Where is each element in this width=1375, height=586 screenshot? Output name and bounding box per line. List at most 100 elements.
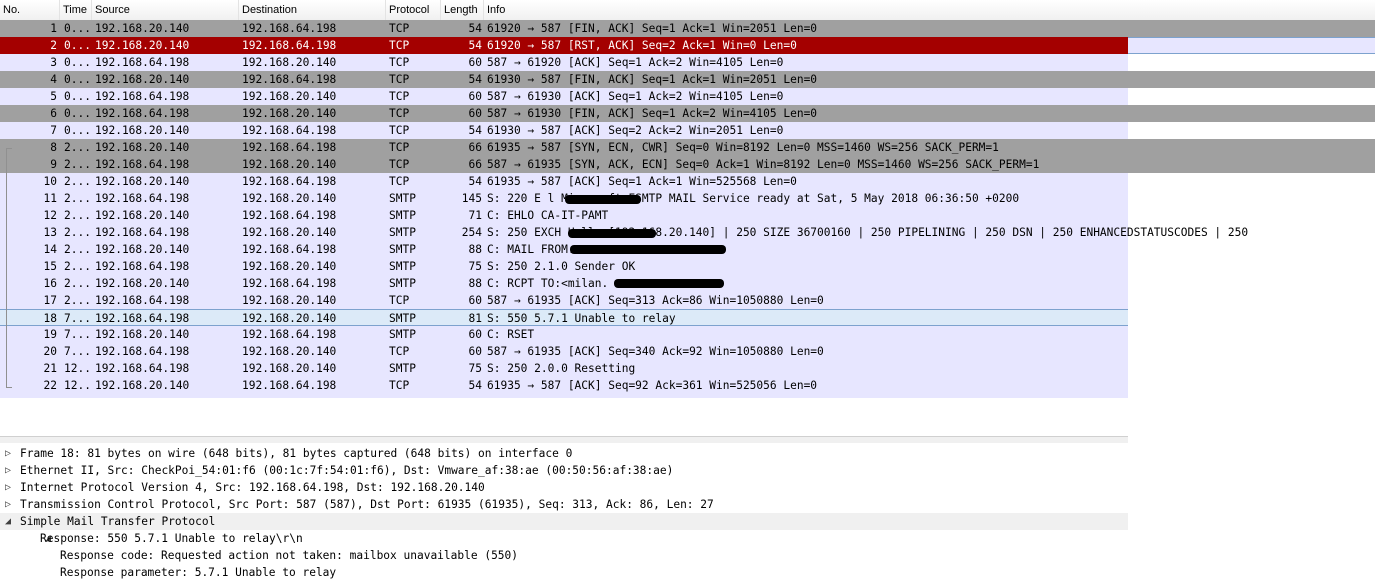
packet-info: C: RSET (487, 328, 535, 341)
detail-tree-label: Ethernet II, Src: CheckPoi_54:01:f6 (00:… (20, 464, 674, 477)
packet-row[interactable]: 20 7... 192.168.64.198 192.168.20.140 TCP 60 5… (0, 343, 1128, 360)
packet-protocol: TCP (389, 73, 410, 86)
column-header-no[interactable]: No. (0, 0, 60, 20)
packet-details-pane[interactable]: ▷ Frame 18: 81 bytes on wire (648 bits), … (0, 443, 1128, 586)
packet-time: 2... (64, 175, 90, 188)
packet-row[interactable]: 14 2... 192.168.20.140 192.168.64.198 SMTP 88… (0, 241, 1128, 258)
expanded-arrow-icon[interactable]: ◢ (5, 515, 11, 528)
packet-number: 2 (50, 39, 57, 52)
packet-number: 4 (50, 73, 57, 86)
packet-row[interactable]: 6 0... 192.168.64.198 192.168.20.140 TCP 60 58… (0, 105, 1128, 122)
column-header-protocol[interactable]: Protocol (386, 0, 441, 20)
packet-length: 54 (468, 39, 482, 52)
packet-time: 2... (64, 294, 90, 307)
packet-number: 3 (50, 56, 57, 69)
packet-row[interactable]: 10 2... 192.168.20.140 192.168.64.198 TCP 54 6… (0, 173, 1128, 190)
packet-number: 6 (50, 107, 57, 120)
packet-row[interactable]: 4 0... 192.168.20.140 192.168.64.198 TCP 54 61… (0, 71, 1128, 88)
packet-row[interactable]: 11 2... 192.168.64.198 192.168.20.140 SMTP 14… (0, 190, 1128, 207)
packet-source: 192.168.64.198 (95, 107, 190, 120)
packet-row-extension (1128, 20, 1375, 37)
packet-destination: 192.168.20.140 (242, 192, 337, 205)
packet-row[interactable]: 2 0... 192.168.20.140 192.168.64.198 TCP 54 61… (0, 37, 1128, 54)
packet-row[interactable]: 2112...192.168.64.198192.168.20.140SMTP7… (0, 360, 1128, 377)
detail-tree-label: Simple Mail Transfer Protocol (20, 515, 216, 528)
packet-destination: 192.168.20.140 (242, 107, 337, 120)
detail-tree-item[interactable]: ◢ Simple Mail Transfer Protocol (0, 513, 1128, 530)
packet-row-extension (1128, 37, 1375, 54)
packet-protocol: SMTP (389, 328, 416, 341)
packet-protocol: TCP (389, 345, 410, 358)
packet-row[interactable]: 19 7... 192.168.20.140 192.168.64.198 SMTP 60… (0, 326, 1128, 343)
packet-row[interactable]: 5 0... 192.168.64.198 192.168.20.140 TCP 60 58… (0, 88, 1128, 105)
packet-protocol: TCP (389, 107, 410, 120)
packet-protocol: SMTP (389, 362, 416, 375)
packet-row[interactable]: 18 7... 192.168.64.198 192.168.20.140 SMTP 81… (0, 309, 1128, 326)
column-header-length[interactable]: Length (441, 0, 484, 20)
packet-row[interactable]: 7 0... 192.168.20.140 192.168.64.198 TCP 54 61… (0, 122, 1128, 139)
packet-protocol: TCP (389, 175, 410, 188)
packet-source: 192.168.20.140 (95, 73, 190, 86)
packet-source: 192.168.20.140 (95, 328, 190, 341)
column-header-time[interactable]: Time (60, 0, 92, 20)
packet-row-extension (1128, 156, 1375, 173)
packet-protocol: SMTP (389, 192, 416, 205)
packet-time: 0... (64, 107, 90, 120)
packet-length: 66 (468, 141, 482, 154)
packet-list-pane[interactable]: No. Time Source Destination Protocol Len… (0, 0, 1375, 398)
packet-source: 192.168.20.140 (95, 22, 190, 35)
detail-tree-item[interactable]: ◢ Response: 550 5.7.1 Unable to relay\r\n (0, 530, 1128, 547)
packet-row-extension (1128, 105, 1375, 122)
packet-length: 54 (468, 379, 482, 392)
packet-list-tail (0, 394, 1128, 398)
detail-tree-item[interactable]: ▷ Frame 18: 81 bytes on wire (648 bits), … (0, 445, 1128, 462)
detail-tree-label: Frame 18: 81 bytes on wire (648 bits), 8… (20, 447, 573, 460)
packet-protocol: SMTP (389, 312, 416, 325)
packet-row[interactable]: 2212...192.168.20.140192.168.64.198TCP54… (0, 377, 1128, 394)
packet-length: 60 (468, 345, 482, 358)
packet-row[interactable]: 1 0... 192.168.20.140 192.168.64.198 TCP 54 61… (0, 20, 1128, 37)
conversation-bracket (6, 148, 12, 388)
column-header-info[interactable]: Info (484, 0, 1128, 20)
packet-source: 192.168.64.198 (95, 312, 190, 325)
detail-tree-item[interactable]: ▷ Ethernet II, Src: CheckPoi_54:01:f6 (00… (0, 462, 1128, 479)
packet-number: 1 (50, 22, 57, 35)
collapsed-arrow-icon[interactable]: ▷ (5, 481, 11, 494)
packet-list-header: No. Time Source Destination Protocol Len… (0, 0, 1375, 21)
packet-time: 0... (64, 124, 90, 137)
detail-tree-item[interactable]: ▷ Internet Protocol Version 4, Src: 192.1… (0, 479, 1128, 496)
packet-source: 192.168.64.198 (95, 260, 190, 273)
packet-length: 60 (468, 107, 482, 120)
collapsed-arrow-icon[interactable]: ▷ (5, 498, 11, 511)
packet-time: 2... (64, 226, 90, 239)
packet-protocol: TCP (389, 379, 410, 392)
column-header-source[interactable]: Source (92, 0, 239, 20)
packet-row[interactable]: 12 2... 192.168.20.140 192.168.64.198 SMTP 71… (0, 207, 1128, 224)
packet-destination: 192.168.20.140 (242, 312, 337, 325)
packet-protocol: TCP (389, 141, 410, 154)
detail-tree-item[interactable]: Response code: Requested action not take… (0, 547, 1128, 564)
column-header-destination[interactable]: Destination (239, 0, 386, 20)
redaction-mark (568, 229, 656, 238)
packet-destination: 192.168.20.140 (242, 345, 337, 358)
packet-row[interactable]: 16 2... 192.168.20.140 192.168.64.198 SMTP 88… (0, 275, 1128, 292)
packet-row[interactable]: 13 2... 192.168.64.198 192.168.20.140 SMTP 25… (0, 224, 1248, 241)
packet-row[interactable]: 3 0... 192.168.64.198 192.168.20.140 TCP 60 58… (0, 54, 1128, 71)
collapsed-arrow-icon[interactable]: ▷ (5, 447, 11, 460)
packet-length: 254 (461, 226, 482, 239)
packet-info: S: 250 2.1.0 Sender OK (487, 260, 636, 273)
packet-time: 2... (64, 192, 90, 205)
packet-row[interactable]: 17 2... 192.168.64.198 192.168.20.140 TCP 60 5… (0, 292, 1128, 309)
collapsed-arrow-icon[interactable]: ▷ (5, 464, 11, 477)
redaction-mark (570, 245, 726, 254)
detail-tree-item[interactable]: ▷ Transmission Control Protocol, Src Port… (0, 496, 1128, 513)
detail-tree-item[interactable]: Response parameter: 5.7.1 Unable to rela… (0, 564, 1128, 581)
packet-source: 192.168.20.140 (95, 124, 190, 137)
packet-length: 60 (468, 56, 482, 69)
packet-row[interactable]: 15 2... 192.168.64.198 192.168.20.140 SMTP 75… (0, 258, 1128, 275)
packet-row[interactable]: 8 2... 192.168.20.140 192.168.64.198 TCP 66 61… (0, 139, 1128, 156)
packet-length: 54 (468, 124, 482, 137)
packet-destination: 192.168.20.140 (242, 226, 337, 239)
packet-row[interactable]: 9 2... 192.168.64.198 192.168.20.140 TCP 66 58… (0, 156, 1128, 173)
packet-time: 2... (64, 209, 90, 222)
